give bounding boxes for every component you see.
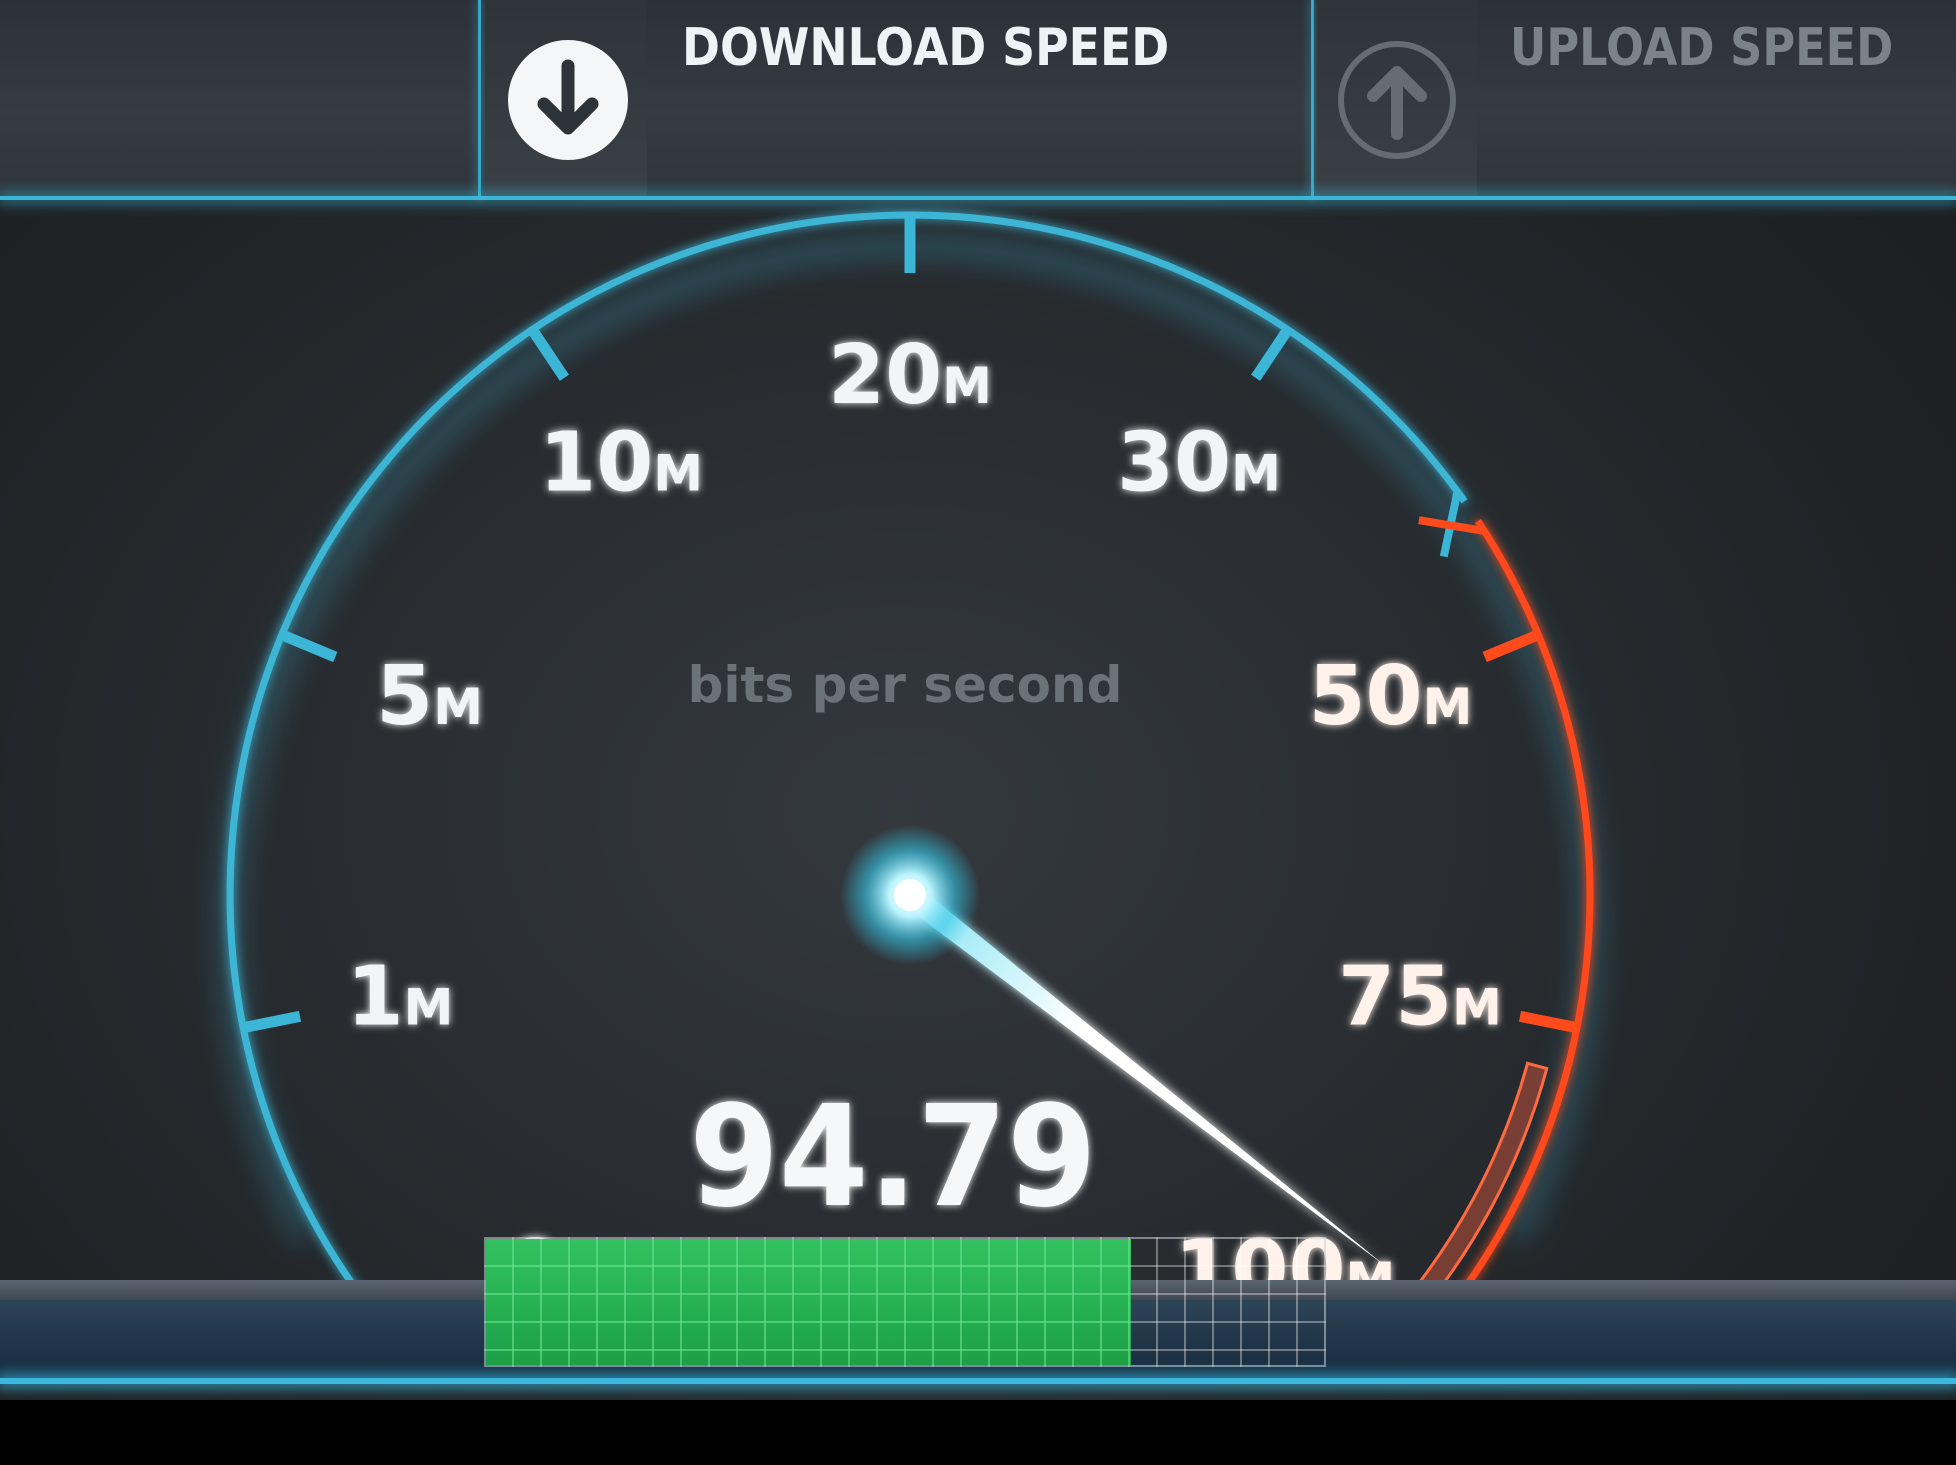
gauge-tick-label: 20M xyxy=(828,328,992,423)
unit-label: bits per second xyxy=(688,656,1123,714)
needle-hub xyxy=(894,879,926,911)
gauge-tick xyxy=(1518,1010,1578,1034)
speed-test-app: DOWNLOAD SPEED UPLOAD SPEED 1M 5M 10M 20… xyxy=(0,0,1956,1400)
gauge-tick-label: 30M xyxy=(1117,416,1281,511)
gauge-tick-label: 50M xyxy=(1308,649,1472,744)
gauge-tick-label: 10M xyxy=(539,416,703,511)
gauge-tick-label: 75M xyxy=(1338,949,1502,1044)
gauge-tick-label: 1M xyxy=(347,949,454,1044)
gauge-zone-cap xyxy=(1418,516,1485,535)
bottom-glow-line xyxy=(0,1378,1956,1384)
gauge-tick-label: 5M xyxy=(376,649,483,744)
speedometer-gauge: 01M5M10M20M30M50M75M100M bits per second… xyxy=(221,211,1599,1379)
gauge-tick xyxy=(242,1010,302,1034)
progress-fill xyxy=(486,1239,1132,1365)
speed-reading: 94.79 xyxy=(689,1075,1096,1238)
progress-bar xyxy=(484,1237,1326,1367)
